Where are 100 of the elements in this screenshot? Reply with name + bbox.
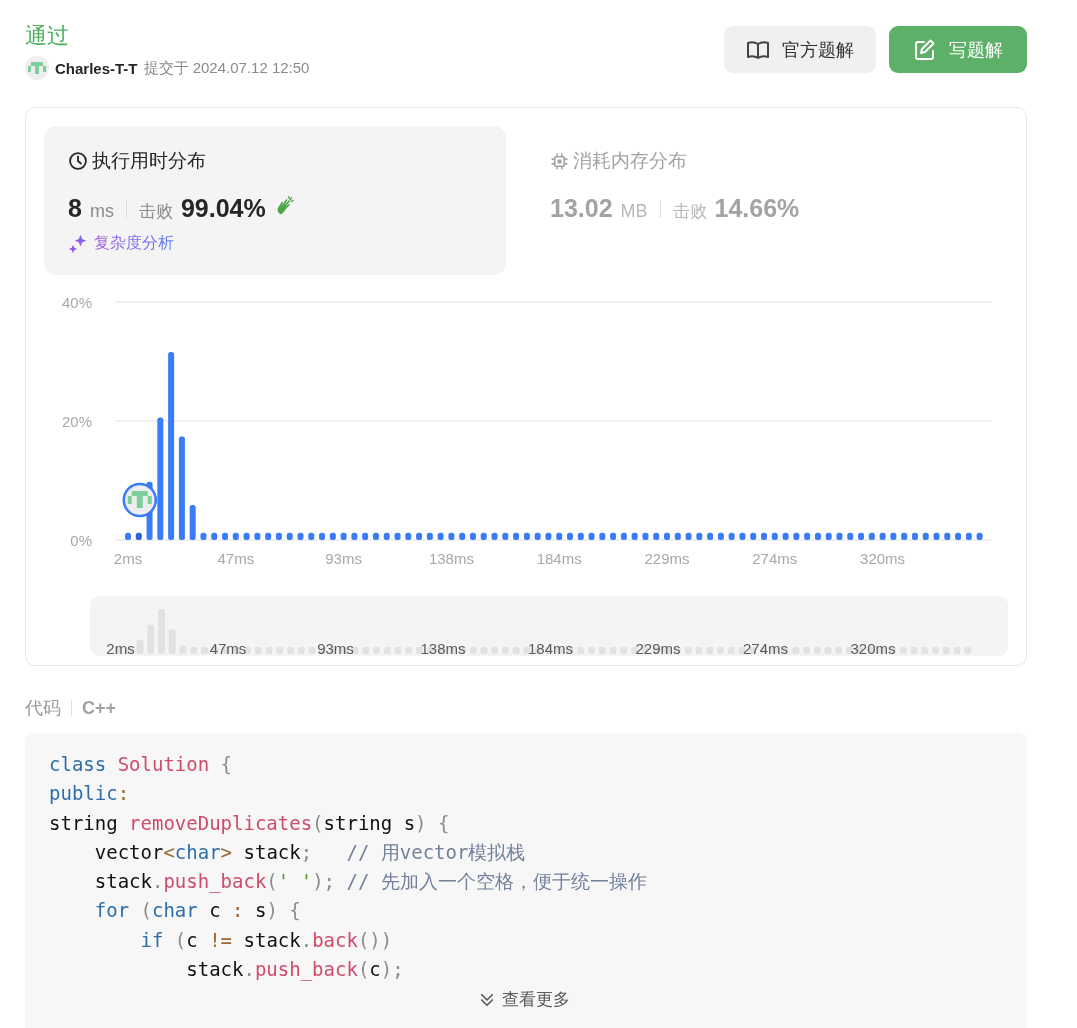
bar[interactable] — [976, 532, 983, 540]
bar[interactable] — [232, 532, 239, 540]
bar[interactable] — [922, 532, 929, 540]
bar[interactable] — [750, 532, 757, 540]
bar[interactable] — [437, 532, 444, 540]
bar[interactable] — [955, 532, 962, 540]
range-selector[interactable]: 2ms 47ms 93ms 138ms 184ms 229ms 274ms 320ms — [90, 596, 1008, 656]
bar[interactable] — [610, 532, 617, 540]
official-solution-button[interactable]: 官方题解 — [724, 26, 876, 73]
bar[interactable] — [319, 532, 326, 540]
bar[interactable] — [577, 532, 584, 540]
user-name[interactable]: Charles-T-T — [55, 59, 138, 77]
bar[interactable] — [523, 532, 530, 540]
bar[interactable] — [200, 532, 207, 540]
code-line: string removeDuplicates(string s) { — [49, 810, 450, 836]
code-line: if (c != stack.back()) — [139, 927, 393, 953]
bar[interactable] — [480, 532, 487, 540]
bar[interactable] — [890, 532, 897, 540]
bar[interactable] — [696, 532, 703, 540]
bar[interactable] — [308, 532, 315, 540]
axis-label: 40% — [61, 294, 92, 311]
bar[interactable] — [426, 532, 433, 540]
bar[interactable] — [135, 532, 142, 540]
bar[interactable] — [275, 532, 282, 540]
bar[interactable] — [556, 532, 563, 540]
bar[interactable] — [847, 532, 854, 540]
stat-value: 13.02 — [550, 194, 613, 223]
bar[interactable] — [265, 532, 272, 540]
bar[interactable] — [297, 532, 304, 540]
bar[interactable] — [383, 532, 390, 540]
bar[interactable] — [286, 532, 293, 540]
code-line: for (char c : s) { — [93, 898, 301, 924]
bar[interactable] — [664, 532, 670, 540]
bar[interactable] — [933, 532, 940, 540]
bar[interactable] — [459, 532, 466, 540]
show-more-button[interactable]: 查看更多 — [478, 988, 574, 1013]
bar[interactable] — [631, 532, 638, 540]
stat-title: 执行用时分布 — [92, 149, 206, 173]
bar[interactable] — [372, 532, 379, 540]
bar[interactable] — [469, 532, 476, 540]
bar[interactable] — [868, 532, 875, 540]
bar[interactable] — [944, 532, 951, 540]
avatar-icon — [25, 56, 49, 80]
avatar-marker[interactable] — [122, 482, 158, 518]
bar[interactable] — [211, 532, 218, 540]
bar[interactable] — [858, 532, 865, 540]
bar[interactable] — [588, 532, 595, 540]
bar[interactable] — [168, 352, 175, 540]
bar[interactable] — [825, 532, 832, 540]
bar[interactable] — [707, 532, 714, 540]
bar[interactable] — [836, 532, 843, 540]
bar[interactable] — [685, 532, 692, 540]
axis-label: 2ms — [106, 640, 135, 656]
bar[interactable] — [222, 532, 228, 540]
bar[interactable] — [362, 532, 369, 540]
bar[interactable] — [814, 532, 821, 540]
bar[interactable] — [502, 532, 509, 540]
bar[interactable] — [243, 532, 250, 540]
bar[interactable] — [157, 417, 164, 540]
bar[interactable] — [340, 532, 347, 540]
beat-label: 击败 — [672, 201, 707, 223]
bar[interactable] — [513, 532, 520, 540]
bar[interactable] — [599, 532, 606, 540]
bar[interactable] — [739, 532, 746, 540]
bar[interactable] — [911, 532, 918, 540]
bar[interactable] — [125, 532, 131, 540]
bar[interactable] — [545, 532, 552, 540]
bar[interactable] — [448, 532, 455, 540]
bar[interactable] — [879, 532, 886, 540]
bar[interactable] — [567, 532, 573, 540]
axis-label: 47ms — [217, 550, 255, 567]
bar[interactable] — [534, 532, 541, 540]
bar[interactable] — [965, 532, 972, 540]
bar[interactable] — [491, 532, 498, 540]
bar[interactable] — [653, 532, 660, 540]
bar[interactable] — [329, 532, 336, 540]
bar[interactable] — [416, 532, 423, 540]
bar[interactable] — [394, 532, 401, 540]
bar[interactable] — [793, 532, 800, 540]
axis-label: 93ms — [317, 640, 354, 656]
axis-label: 138ms — [428, 550, 474, 567]
axis-label: 184ms — [536, 550, 582, 567]
bar[interactable] — [351, 532, 358, 540]
complexity-analysis-link[interactable]: 复杂度分析 — [68, 233, 482, 254]
bar[interactable] — [620, 532, 627, 540]
bar[interactable] — [178, 436, 185, 540]
bar[interactable] — [717, 532, 724, 540]
bar[interactable] — [189, 504, 196, 540]
bar[interactable] — [901, 532, 908, 540]
bar[interactable] — [674, 532, 681, 540]
stat-panel[interactable]: 执行用时分布 8 ms 击败 99.04% 复杂度分析 — [44, 126, 506, 275]
code-line: public: — [49, 781, 130, 807]
bar[interactable] — [405, 532, 412, 540]
bar[interactable] — [782, 532, 789, 540]
bar[interactable] — [642, 532, 649, 540]
bar[interactable] — [728, 532, 735, 540]
bar[interactable] — [254, 532, 261, 540]
bar[interactable] — [804, 532, 811, 540]
bar[interactable] — [761, 532, 767, 540]
bar[interactable] — [771, 532, 778, 540]
